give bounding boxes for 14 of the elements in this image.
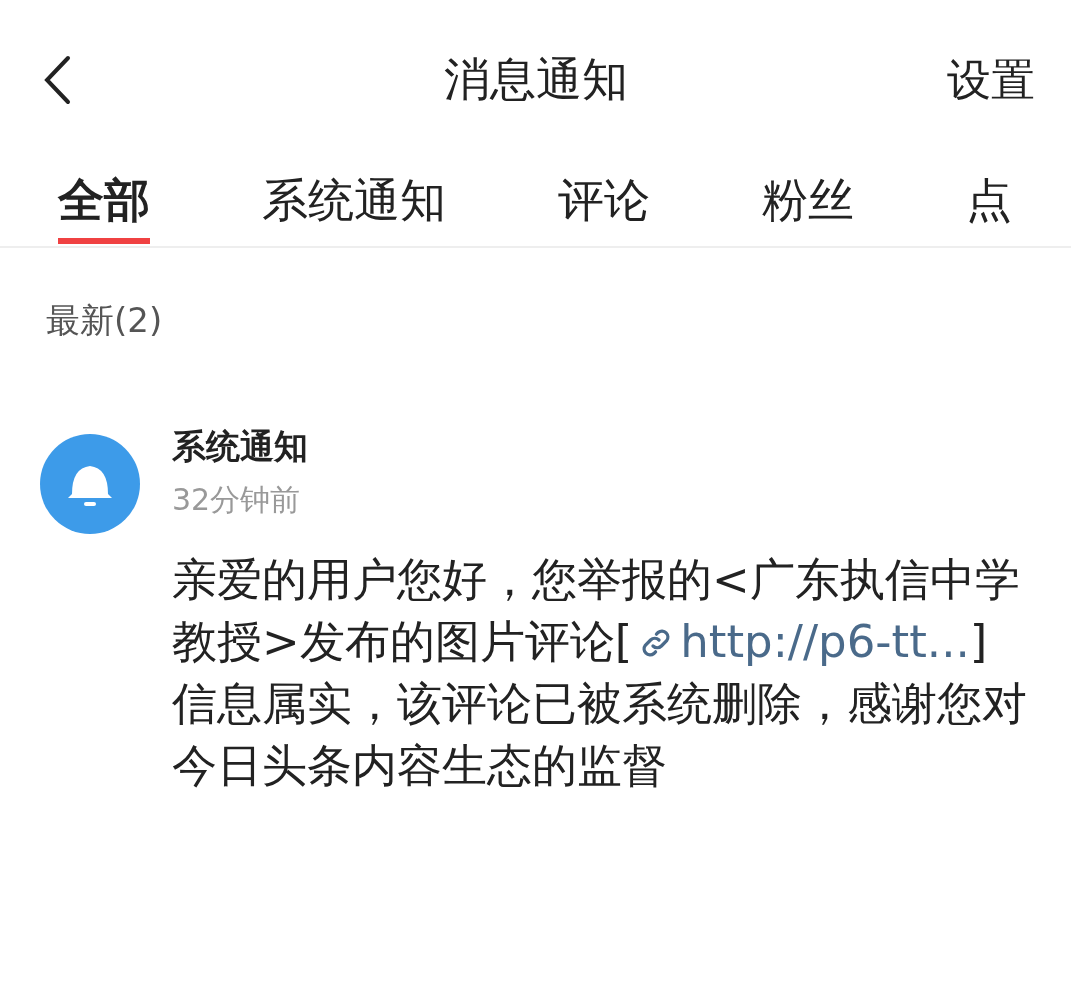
settings-link[interactable]: 设置 xyxy=(947,50,1035,110)
sender-name: 系统通知 xyxy=(172,425,308,468)
back-icon[interactable] xyxy=(42,55,72,105)
timestamp: 32分钟前 xyxy=(172,481,301,519)
link[interactable]: http://p6-tt... xyxy=(680,615,970,668)
bell-icon xyxy=(40,434,140,534)
tab[interactable]: 点 xyxy=(966,160,1012,244)
tab[interactable]: 系统通知 xyxy=(262,160,446,244)
tab[interactable]: 评论 xyxy=(558,160,650,244)
tab[interactable]: 粉丝 xyxy=(762,160,854,244)
section-heading: 最新(2) xyxy=(46,299,163,342)
message-text: 亲爱的用户您好，您举报的<广东执信中学教授>发布的图片评论[ http://p6-tt...]信息属实，该评论已被系统删除，感谢您对今日头条内容生态的监督 xyxy=(172,552,1028,794)
tab[interactable]: 全部 xyxy=(58,160,150,244)
page-title: 消息通知 xyxy=(443,51,628,108)
